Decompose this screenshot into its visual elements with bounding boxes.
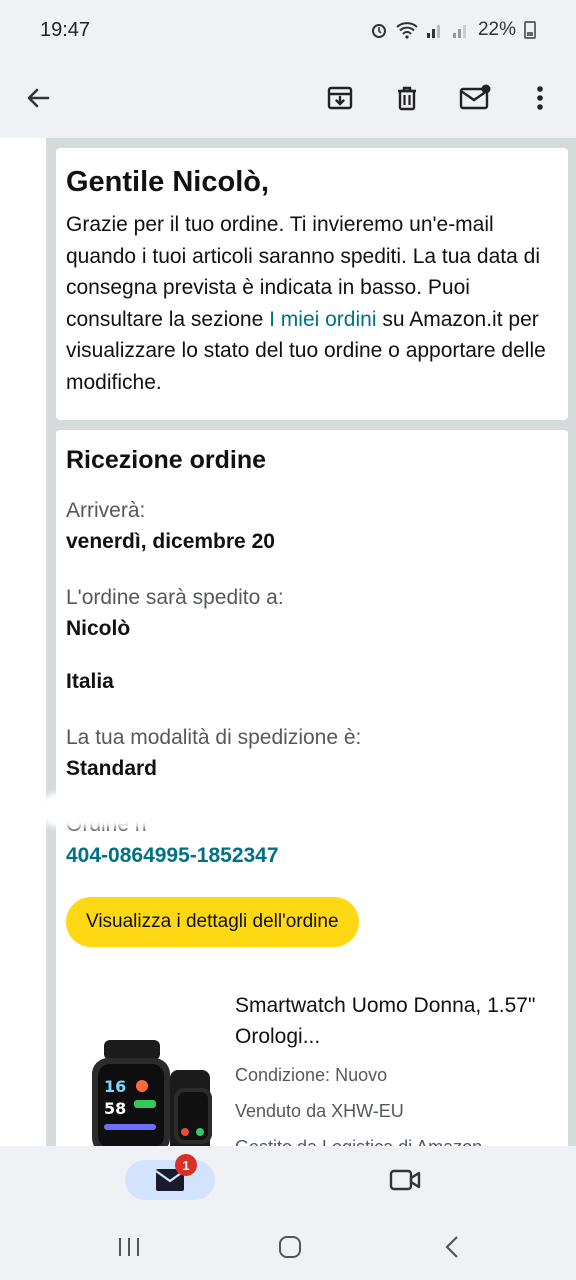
- unread-badge: 1: [175, 1154, 197, 1176]
- smartwatch-image[interactable]: 16 58: [86, 1040, 226, 1146]
- status-icons: 22%: [370, 19, 536, 41]
- mark-unread-icon[interactable]: [453, 76, 497, 120]
- address-redaction: [40, 793, 276, 827]
- svg-text:58: 58: [104, 1099, 126, 1118]
- nav-meet-tab[interactable]: [383, 1160, 427, 1200]
- status-time: 19:47: [40, 18, 91, 41]
- svg-text:16: 16: [104, 1077, 126, 1096]
- product-info: Smartwatch Uomo Donna, 1.57" Orologi... …: [235, 990, 555, 1146]
- arrival-label: Arriverà:: [66, 499, 146, 522]
- nav-mail-tab[interactable]: 1: [125, 1154, 215, 1200]
- ship-to-name: Nicolò: [66, 617, 131, 640]
- video-camera-icon: [389, 1169, 421, 1191]
- greeting-heading: Gentile Nicolò,: [66, 166, 270, 198]
- back-nav-icon[interactable]: [432, 1232, 472, 1262]
- product-item[interactable]: 16 58 Smartwatch Uomo Donna, 1.57" Orolo…: [66, 990, 558, 1146]
- email-body[interactable]: Gentile Nicolò, Grazie per il tuo ordine…: [0, 138, 576, 1146]
- bottom-navigation: 1: [0, 1146, 576, 1214]
- signal-2-icon: [452, 25, 466, 38]
- ship-to-address-redacted: [66, 644, 558, 666]
- product-condition: Condizione: Nuovo: [235, 1065, 388, 1085]
- product-title[interactable]: Smartwatch Uomo Donna, 1.57" Orologi...: [235, 990, 555, 1052]
- more-vert-icon[interactable]: [518, 76, 562, 120]
- ship-to-label: L'ordine sarà spedito a:: [66, 586, 284, 609]
- archive-icon[interactable]: [318, 76, 362, 120]
- view-order-details-button[interactable]: Visualizza i dettagli dell'ordine: [66, 897, 359, 947]
- order-number-link[interactable]: 404-0864995-1852347: [66, 840, 558, 871]
- delete-icon[interactable]: [385, 76, 429, 120]
- alarm-icon: [371, 24, 386, 38]
- section-title: Ricezione ordine: [66, 446, 267, 474]
- ship-to-country: Italia: [66, 670, 114, 693]
- home-icon[interactable]: [270, 1232, 310, 1262]
- back-arrow-icon[interactable]: [16, 76, 60, 120]
- order-card: Ricezione ordine Arriverà: venerdì, dice…: [56, 430, 568, 1146]
- arrival-date: venerdì, dicembre 20: [66, 530, 275, 553]
- wifi-icon: [396, 22, 418, 39]
- recent-apps-icon[interactable]: [109, 1232, 149, 1262]
- shipping-method-label: La tua modalità di spedizione è:: [66, 726, 362, 749]
- status-bar: 19:47 22%: [0, 0, 576, 60]
- email-toolbar: [0, 60, 576, 136]
- battery-percent: 22%: [477, 19, 516, 40]
- product-fulfillment: Gestito da Logistica di Amazon: [235, 1134, 555, 1146]
- system-navigation-bar: [0, 1214, 576, 1280]
- intro-paragraph: Grazie per il tuo ordine. Ti invieremo u…: [66, 209, 558, 399]
- battery-icon: [524, 21, 536, 39]
- my-orders-link[interactable]: I miei ordini: [269, 308, 376, 331]
- product-seller: Venduto da XHW-EU: [235, 1101, 404, 1121]
- shipping-method-value: Standard: [66, 757, 158, 780]
- greeting-card: Gentile Nicolò, Grazie per il tuo ordine…: [56, 148, 568, 420]
- signal-icon: [426, 25, 440, 38]
